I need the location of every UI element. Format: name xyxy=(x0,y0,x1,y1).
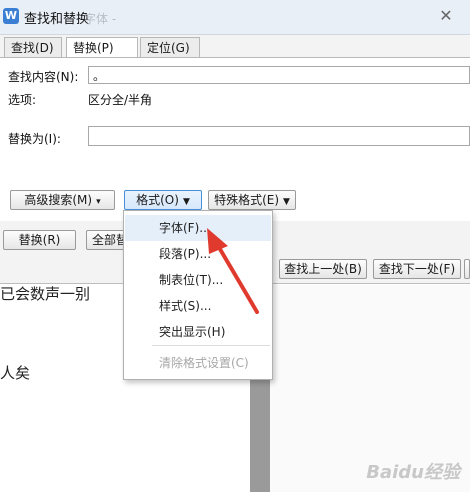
menu-separator xyxy=(152,345,270,346)
tab-replace[interactable]: 替换(P) xyxy=(66,37,138,58)
find-input[interactable]: 。 xyxy=(88,66,470,84)
menu-item-tabs[interactable]: 制表位(T)... xyxy=(125,267,271,293)
menu-item-style[interactable]: 样式(S)... xyxy=(125,293,271,319)
find-next-button[interactable]: 查找下一处(F) xyxy=(373,259,461,279)
caret-down-icon: ▾ xyxy=(96,197,101,207)
menu-item-paragraph[interactable]: 段落(P)... xyxy=(125,241,271,267)
special-format-button[interactable]: 特殊格式(E) ▼ xyxy=(208,190,296,210)
close-icon[interactable]: ✕ xyxy=(436,6,456,26)
advanced-search-button[interactable]: 高级搜索(M) ▾ xyxy=(10,190,115,210)
format-label: 格式(O) xyxy=(136,193,179,207)
watermark: Baidu经验 xyxy=(366,462,460,483)
menu-item-font[interactable]: 字体(F)... xyxy=(125,215,271,241)
format-button[interactable]: 格式(O) ▼ xyxy=(124,190,202,210)
document-line-2: 人矣 xyxy=(0,364,31,382)
document-line-1: 已会数声一别 xyxy=(0,285,91,303)
caret-down-icon: ▼ xyxy=(283,197,290,207)
window-title: 查找和替换 xyxy=(24,12,90,27)
menu-item-highlight[interactable]: 突出显示(H) xyxy=(125,319,271,345)
wps-writer-icon: W xyxy=(3,8,19,24)
advanced-search-label: 高级搜索(M) xyxy=(24,193,93,207)
tab-find[interactable]: 查找(D) xyxy=(4,37,62,57)
caret-down-icon: ▼ xyxy=(182,197,190,207)
title-bar: W 查找和替换 字体 - ✕ xyxy=(0,0,470,35)
format-menu: 字体(F)... 段落(P)... 制表位(T)... 样式(S)... 突出显… xyxy=(123,210,273,380)
replace-button[interactable]: 替换(R) xyxy=(3,230,76,250)
tab-goto[interactable]: 定位(G) xyxy=(140,37,200,57)
menu-item-clear-format: 清除格式设置(C) xyxy=(159,356,249,370)
find-previous-button[interactable]: 查找上一处(B) xyxy=(279,259,367,279)
find-label: 查找内容(N): xyxy=(8,70,79,84)
replace-input[interactable] xyxy=(88,126,470,146)
more-button[interactable] xyxy=(464,259,470,279)
special-format-label: 特殊格式(E) xyxy=(214,193,280,207)
ghost-title: 字体 - xyxy=(84,12,117,26)
options-value: 区分全/半角 xyxy=(88,93,153,107)
replace-label: 替换为(I): xyxy=(8,132,61,146)
options-label: 选项: xyxy=(8,93,37,107)
